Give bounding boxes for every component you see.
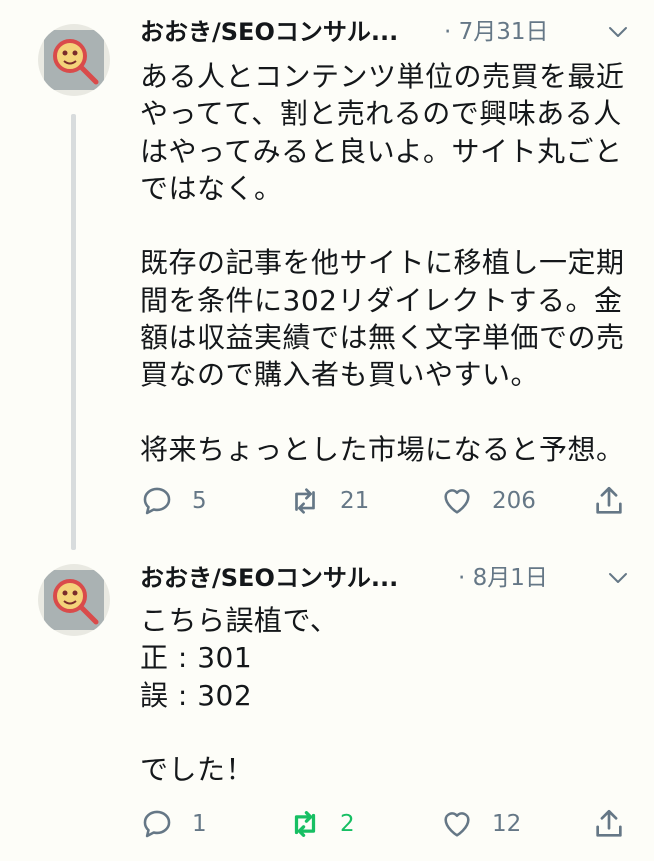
tweet[interactable]: おおき/SEOコンサル... · 8月1日 こちら誤植で、 正 : 301 誤 …: [0, 550, 654, 861]
tweet-text: ある人とコンテンツ単位の売買を最近 やってて、割と売れるので興味ある人 はやって…: [140, 60, 625, 466]
tweet[interactable]: おおき/SEOコンサル... · 7月31日 ある人とコンテンツ単位の売買を最近…: [0, 0, 654, 550]
tweet-actions: 1 2 12: [140, 804, 630, 844]
author-name[interactable]: おおき/SEOコンサル...: [140, 560, 398, 596]
heart-icon: [444, 812, 470, 837]
reply-count: 5: [192, 488, 207, 514]
tweet-date[interactable]: · 8月1日: [458, 560, 548, 596]
tweet-actions: 5 21 206: [140, 481, 630, 521]
avatar[interactable]: [38, 24, 110, 96]
chevron-down-icon[interactable]: [606, 566, 630, 590]
chevron-down-icon[interactable]: [606, 20, 630, 44]
heart-icon: [444, 489, 470, 514]
avatar-image-icon: [44, 570, 104, 630]
reply-button[interactable]: 5: [140, 481, 207, 521]
author-name[interactable]: おおき/SEOコンサル...: [140, 14, 398, 50]
reply-icon: [143, 487, 171, 515]
avatar[interactable]: [38, 564, 110, 636]
share-button[interactable]: [592, 481, 626, 521]
like-count: 206: [492, 488, 536, 514]
share-button[interactable]: [592, 804, 626, 844]
like-button[interactable]: 12: [440, 804, 521, 844]
reply-icon: [143, 810, 171, 838]
tweet-text: こちら誤植で、 正 : 301 誤 : 302 でした！: [140, 604, 339, 787]
share-icon: [596, 486, 622, 514]
reply-count: 1: [192, 811, 207, 837]
like-button[interactable]: 206: [440, 481, 536, 521]
retweet-count: 21: [340, 488, 370, 514]
reply-button[interactable]: 1: [140, 804, 207, 844]
avatar-image-icon: [44, 30, 104, 90]
retweet-count: 2: [340, 811, 355, 837]
retweet-icon: [294, 811, 316, 837]
like-count: 12: [492, 811, 522, 837]
tweet-date[interactable]: · 7月31日: [444, 14, 549, 50]
share-icon: [596, 809, 622, 837]
thread-connector: [71, 114, 76, 550]
retweet-icon: [295, 488, 315, 514]
retweet-button[interactable]: 21: [288, 481, 369, 521]
retweet-button[interactable]: 2: [288, 804, 355, 844]
